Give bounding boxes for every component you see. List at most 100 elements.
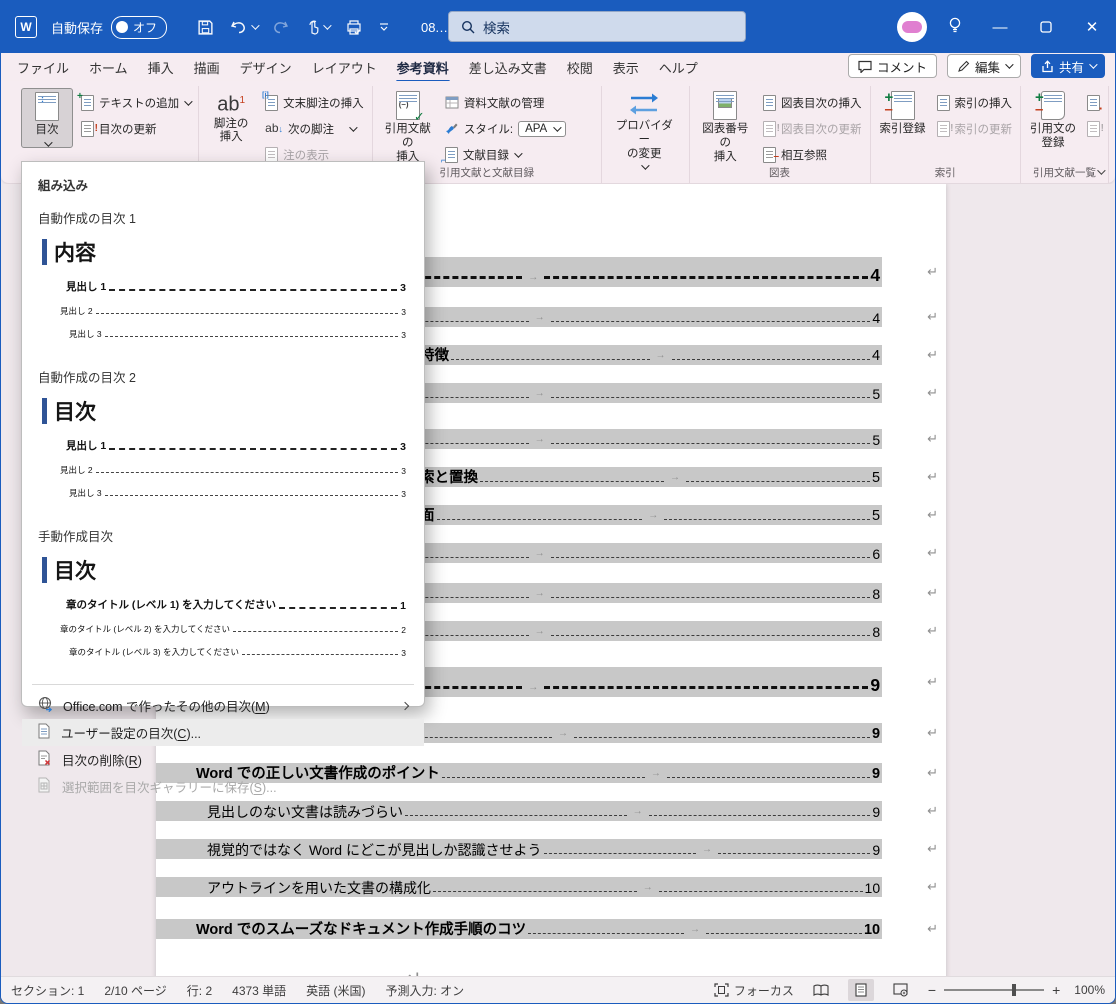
bibliography-dropdown-icon[interactable] [514,148,523,158]
touch-mode-button[interactable] [305,19,332,35]
read-mode-button[interactable] [808,979,834,1001]
dot-leader [550,557,871,558]
next-footnote-dropdown-icon[interactable] [349,122,358,132]
change-provider-dropdown-icon[interactable] [641,161,650,171]
page-icon [37,723,51,742]
qat-overflow-button[interactable] [379,22,389,32]
dot-leader [648,815,871,816]
insert-index-button[interactable]: 索引の挿入 [936,92,1012,113]
toc-page-number: 9 [872,842,881,858]
tab-3[interactable]: 描画 [184,54,230,81]
tab-0[interactable]: ファイル [7,54,79,81]
insert-table-of-authorities-button[interactable]: ▪ [1087,92,1102,113]
style-select[interactable]: APA [518,120,567,137]
gallery-preview-entry: 章のタイトル (レベル 3) を入力してください 3 [69,647,406,658]
status-item-4[interactable]: 英語 (米国) [306,982,365,999]
word-logo-icon[interactable]: W [15,16,37,38]
web-layout-button[interactable] [888,979,914,1001]
print-preview-button[interactable] [345,19,363,36]
dot-leader [706,933,862,934]
insert-citation-label: 引用文献の 挿入 [384,123,431,163]
comments-button[interactable]: コメント [847,54,937,78]
add-text-button[interactable]: + テキストの追加 [77,91,193,113]
tab-2[interactable]: 挿入 [138,54,184,81]
heading-accent-bar [42,239,47,265]
menu-item-c[interactable]: ユーザー設定の目次(C)... [22,719,424,746]
editing-mode-button[interactable]: 編集 [946,54,1021,78]
style-dropdown-icon[interactable] [553,122,562,132]
dot-leader [433,891,637,892]
insert-footnote-button[interactable]: ab1 脚注の 挿入 [205,88,257,145]
editing-mode-dropdown-icon[interactable] [1005,60,1014,69]
touch-mode-dropdown-icon[interactable] [323,21,332,30]
autosave-toggle[interactable]: 自動保存 オフ [51,15,168,39]
close-button[interactable]: ✕ [1069,1,1115,53]
focus-mode-button[interactable]: フォーカス [714,982,794,999]
insert-endnote-button[interactable]: [i] 文末脚注の挿入 [262,92,364,113]
insert-table-of-figures-button[interactable]: 図表目次の挿入 [763,92,862,113]
zoom-in-button[interactable]: + [1052,982,1060,998]
tab-8[interactable]: 校閲 [557,54,603,81]
menu-separator [32,684,414,685]
status-item-0[interactable]: セクション: 1 [11,982,84,999]
redo-icon [274,21,289,34]
tab-9[interactable]: 表示 [603,54,649,81]
mark-citation-button[interactable]: + – 引用文の 登録 [1027,88,1079,151]
minimize-button[interactable]: — [977,1,1023,53]
tab-active-6[interactable]: 参考資料 [387,54,459,83]
maximize-button[interactable] [1023,1,1069,53]
update-toc-button[interactable]: ! 目次の更新 [81,118,190,139]
status-item-5[interactable]: 予測入力: オン [386,982,465,999]
share-button[interactable]: 共有 [1030,54,1105,78]
tab-character-icon: → [701,844,712,855]
status-item-3[interactable]: 4373 単語 [232,982,286,999]
toc-page-number: 10 [863,922,881,938]
search-placeholder: 検索 [483,20,510,36]
manage-sources-button[interactable]: 資料文献の管理 [445,92,593,113]
tab-7[interactable]: 差し込み文書 [459,54,557,81]
cross-reference-button[interactable]: – 相互参照 [763,144,862,165]
bibliography-button[interactable]: ⌐ 文献目録 [441,144,593,165]
tab-5[interactable]: レイアウト [302,54,387,81]
zoom-level[interactable]: 100% [1074,983,1105,997]
update-toc-icon: ! [81,120,98,137]
change-provider-button[interactable]: プロバイダー の変更 [608,88,681,171]
share-dropdown-icon[interactable] [1089,60,1098,69]
toc-gallery-item-2[interactable]: 目次 見出し 1 3 見出し 2 3 見出し 33 [22,388,424,518]
insert-citation-button[interactable]: (–) ✓ 引用文献の 挿入 [379,88,437,164]
toc-dropdown-icon[interactable] [44,138,53,147]
provider-arrows-icon [630,93,659,115]
next-footnote-button[interactable]: ab↓ 次の脚注 [265,118,364,139]
tab-1[interactable]: ホーム [79,54,138,81]
search-input[interactable]: 検索 [448,11,746,42]
save-button[interactable] [197,19,214,36]
menu-item-m[interactable]: Office.com で作ったその他の目次(M) [22,692,424,719]
status-item-2[interactable]: 行: 2 [187,982,212,999]
tab-4[interactable]: デザイン [230,54,302,81]
undo-button[interactable] [230,19,260,35]
zoom-thumb[interactable] [1012,984,1017,996]
toc-button[interactable]: ⋮ 目次 [21,88,73,148]
toc-gallery-item-1[interactable]: 内容 見出し 1 3 見出し 2 3 見出し 33 [22,229,424,359]
focus-icon [714,983,729,997]
status-item-1[interactable]: 2/10 ページ [104,982,166,999]
pilcrow-icon: ↵ [927,803,938,819]
tab-10[interactable]: ヘルプ [649,54,708,81]
zoom-out-button[interactable]: − [928,982,936,998]
add-text-dropdown-icon[interactable] [184,96,193,106]
menu-item-r[interactable]: 目次の削除(R) [22,746,424,773]
zoom-track[interactable] [944,984,1045,996]
mark-entry-button[interactable]: + – 索引登録 [877,88,929,137]
pilcrow-icon: ↵ [927,264,938,280]
toc-page-number: 5 [872,386,881,402]
account-avatar[interactable] [897,12,927,42]
toc-gallery-item-3[interactable]: 目次 章のタイトル (レベル 1) を入力してください 1 章のタイトル (レベル 2… [22,547,424,677]
lightbulb-icon[interactable] [947,16,963,39]
dot-leader [441,777,645,778]
undo-dropdown-icon[interactable] [251,21,260,30]
pilcrow-icon: ↵ [927,507,938,523]
insert-caption-button[interactable]: 図表番号の 挿入 [696,88,755,164]
print-layout-button[interactable] [847,979,874,1001]
pilcrow-icon: ↵ [927,921,938,937]
autosave-switch[interactable]: オフ [111,15,168,39]
